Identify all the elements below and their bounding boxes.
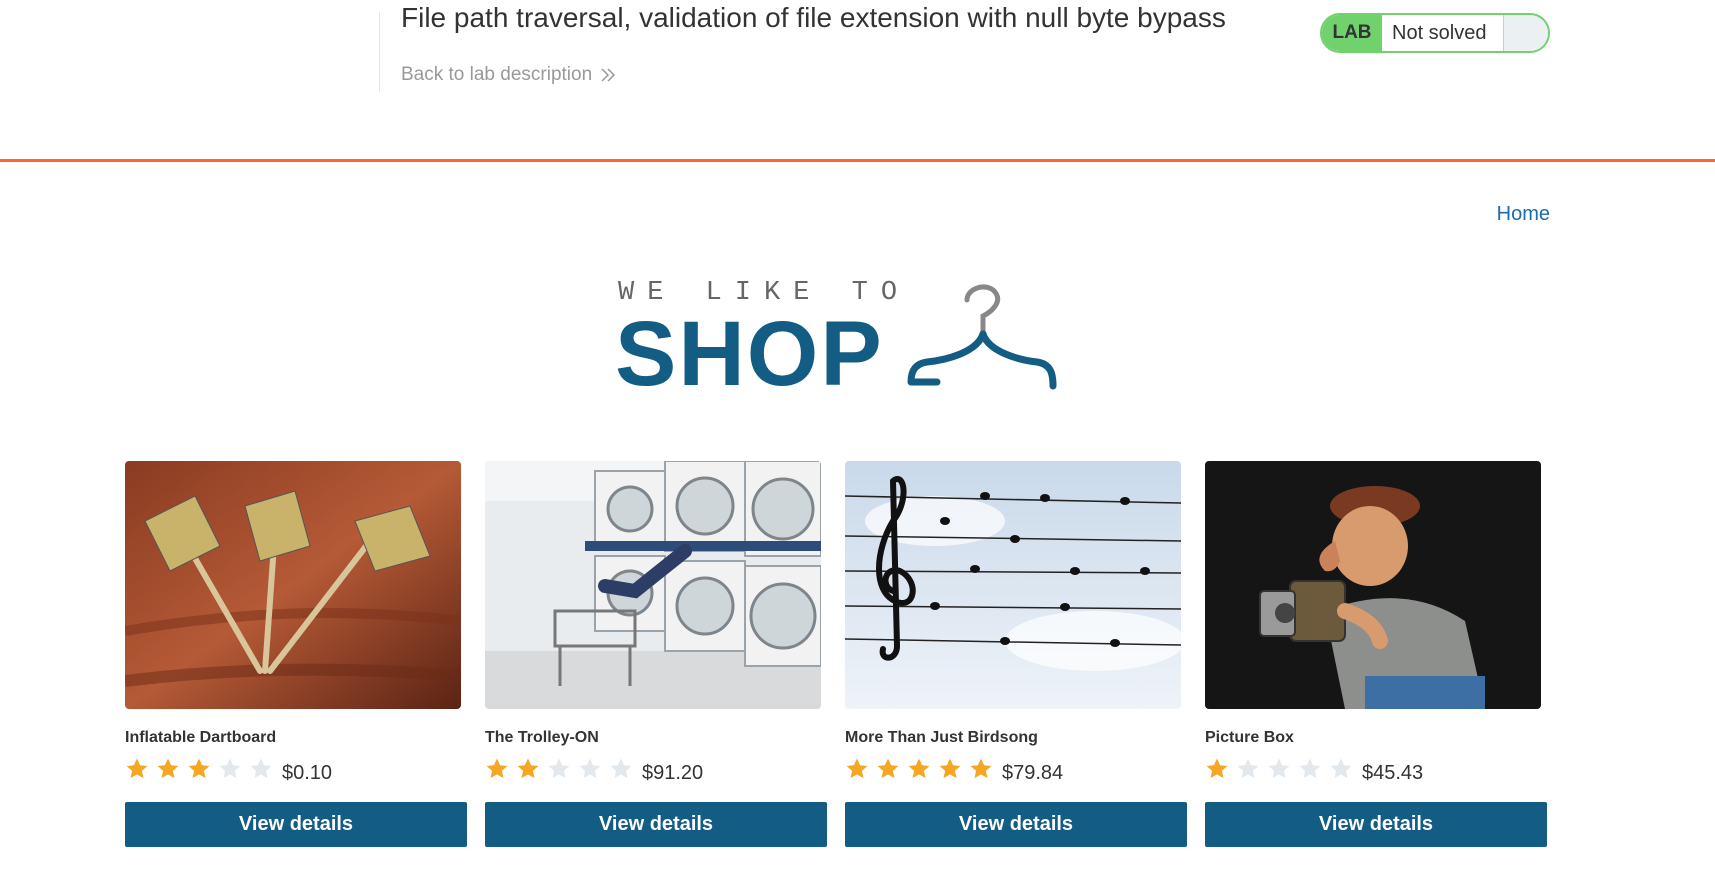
shop-logo: WE LIKE TO SHOP xyxy=(615,270,1065,400)
star-rating xyxy=(485,757,640,781)
star-empty-icon xyxy=(1268,758,1290,779)
lab-status-widget: LAB Not solved xyxy=(1320,13,1550,53)
star-empty-icon xyxy=(250,758,272,779)
star-rating xyxy=(125,757,280,781)
star-filled-icon xyxy=(188,758,210,779)
star-filled-icon xyxy=(157,758,179,779)
lab-badge: LAB xyxy=(1322,15,1382,51)
double-chevron-right-icon xyxy=(601,68,616,82)
product-card: Inflatable Dartboard $0.10 View details xyxy=(125,461,467,847)
star-filled-icon xyxy=(1206,758,1228,779)
star-filled-icon xyxy=(908,758,930,779)
product-card: More Than Just Birdsong $79.84 View deta… xyxy=(845,461,1187,847)
star-empty-icon xyxy=(548,758,570,779)
logo-name: SHOP xyxy=(615,303,884,405)
star-filled-icon xyxy=(970,758,992,779)
product-card: Picture Box $45.43 View details xyxy=(1205,461,1547,847)
star-empty-icon xyxy=(219,758,241,779)
view-details-button[interactable]: View details xyxy=(485,802,827,847)
star-filled-icon xyxy=(517,758,539,779)
star-empty-icon xyxy=(1299,758,1321,779)
birds-on-wires-image[interactable] xyxy=(845,461,1181,709)
back-to-lab-description-link[interactable]: Back to lab description xyxy=(401,64,616,86)
product-price: $0.10 xyxy=(282,762,333,784)
star-rating xyxy=(845,757,1000,781)
view-details-button[interactable]: View details xyxy=(1205,802,1547,847)
product-name[interactable]: The Trolley-ON xyxy=(485,729,599,747)
lab-title: File path traversal, validation of file … xyxy=(401,2,1226,33)
back-link-label: Back to lab description xyxy=(401,64,593,85)
product-price: $79.84 xyxy=(1002,762,1064,784)
star-empty-icon xyxy=(579,758,601,779)
star-filled-icon xyxy=(939,758,961,779)
view-details-button[interactable]: View details xyxy=(845,802,1187,847)
laundromat-image[interactable] xyxy=(485,461,821,709)
view-details-button[interactable]: View details xyxy=(125,802,467,847)
star-empty-icon xyxy=(1330,758,1352,779)
star-empty-icon xyxy=(1237,758,1259,779)
star-empty-icon xyxy=(610,758,632,779)
star-filled-icon xyxy=(126,758,148,779)
lab-header: File path traversal, validation of file … xyxy=(0,0,1715,162)
photographer-figurine-image[interactable] xyxy=(1205,461,1541,709)
home-link[interactable]: Home xyxy=(1497,203,1550,226)
star-rating xyxy=(1205,757,1360,781)
header-divider xyxy=(379,12,380,92)
star-filled-icon xyxy=(877,758,899,779)
star-filled-icon xyxy=(486,758,508,779)
product-name[interactable]: Inflatable Dartboard xyxy=(125,729,276,747)
status-icon xyxy=(1504,15,1548,51)
product-price: $91.20 xyxy=(642,762,704,784)
product-name[interactable]: Picture Box xyxy=(1205,729,1294,747)
product-price: $45.43 xyxy=(1362,762,1424,784)
product-card: The Trolley-ON $91.20 View details xyxy=(485,461,827,847)
hanger-icon xyxy=(907,284,1057,390)
product-name[interactable]: More Than Just Birdsong xyxy=(845,729,1038,747)
darts-image[interactable] xyxy=(125,461,461,709)
lab-status-text: Not solved xyxy=(1382,15,1504,51)
star-filled-icon xyxy=(846,758,868,779)
